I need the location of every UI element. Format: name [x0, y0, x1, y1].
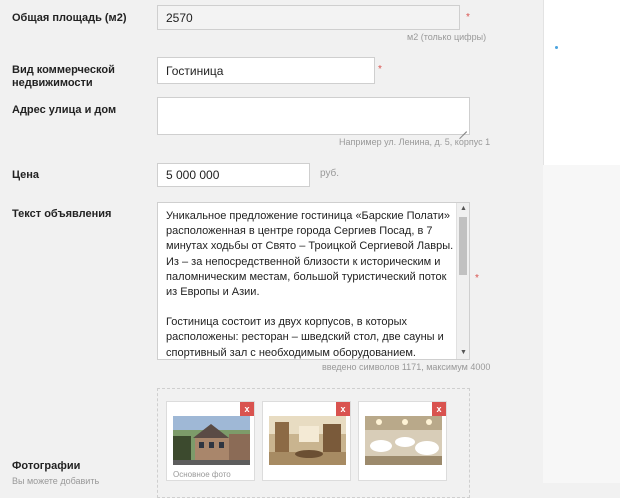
scroll-thumb[interactable] — [459, 217, 467, 275]
description-text: Уникальное предложение гостиница «Барски… — [166, 209, 456, 359]
description-scrollbar[interactable]: ▲ ▼ — [456, 203, 469, 359]
description-required-mark: * — [475, 273, 479, 284]
address-textarea[interactable] — [157, 97, 470, 135]
address-label: Адрес улица и дом — [12, 104, 117, 116]
area-hint: м2 (только цифры) — [407, 32, 487, 42]
photo-card[interactable]: x — [262, 401, 351, 481]
photo-thumbnail-room — [269, 416, 346, 465]
scroll-up-arrow-icon[interactable]: ▲ — [460, 205, 467, 213]
description-paragraph-1: Уникальное предложение гостиница «Барски… — [166, 210, 454, 299]
photo-card[interactable]: x Основное фото — [166, 401, 255, 481]
remove-photo-icon[interactable]: x — [432, 402, 446, 416]
price-unit: руб. — [320, 168, 340, 179]
property-type-label-line1: Вид коммерческой — [12, 64, 115, 76]
description-label: Текст объявления — [12, 208, 112, 220]
area-input[interactable]: 2570 — [157, 5, 460, 30]
description-paragraph-2: Гостиница состоит из двух корпусов, в ко… — [166, 316, 444, 359]
property-type-label: Вид коммерческой недвижимости — [12, 64, 115, 90]
photo-thumbnail-restaurant — [365, 416, 442, 465]
side-dot-icon — [555, 46, 558, 49]
side-panel — [543, 0, 620, 166]
area-label: Общая площадь (м2) — [12, 12, 127, 24]
photo-caption: Основное фото — [173, 470, 231, 479]
resize-grip-icon[interactable] — [459, 124, 467, 132]
price-label: Цена — [12, 169, 40, 181]
price-input[interactable]: 5 000 000 — [157, 163, 310, 187]
photo-thumbnail-building — [173, 416, 250, 465]
photos-sub-label: Вы можете добавить — [12, 476, 100, 486]
description-counter: введено символов 1171, максимум 4000 — [322, 362, 491, 372]
property-type-input[interactable]: Гостиница — [157, 57, 375, 84]
property-type-required-mark: * — [378, 64, 382, 75]
photo-upload-area[interactable]: x Основное фото x x — [157, 388, 470, 498]
remove-photo-icon[interactable]: x — [240, 402, 254, 416]
right-strip — [543, 165, 620, 483]
remove-photo-icon[interactable]: x — [336, 402, 350, 416]
scroll-down-arrow-icon[interactable]: ▼ — [460, 349, 467, 357]
photos-label: Фотографии — [12, 460, 81, 472]
photo-card[interactable]: x — [358, 401, 447, 481]
address-hint: Например ул. Ленина, д. 5, корпус 1 — [339, 137, 491, 147]
property-type-label-line2: недвижимости — [12, 77, 93, 89]
description-textarea[interactable]: Уникальное предложение гостиница «Барски… — [157, 202, 470, 360]
area-required-mark: * — [466, 12, 470, 23]
